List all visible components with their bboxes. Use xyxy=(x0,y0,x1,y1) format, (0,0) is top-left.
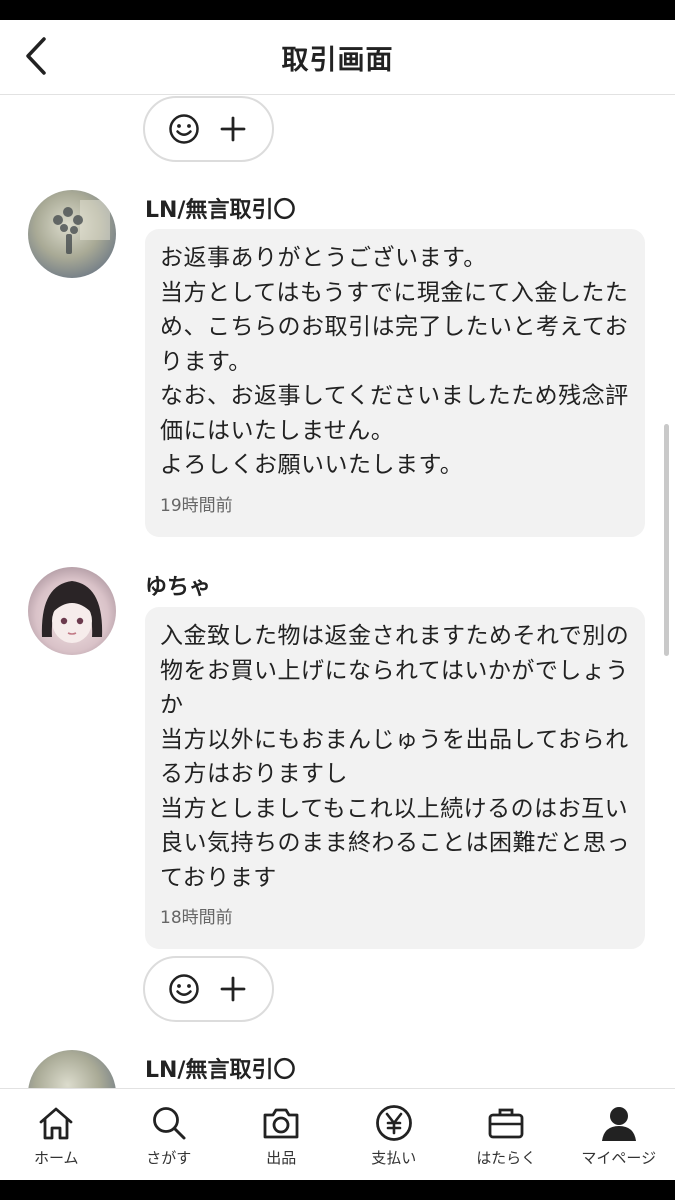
nav-label: はたらく xyxy=(476,1149,537,1167)
briefcase-icon xyxy=(488,1108,524,1139)
nav-item-sell[interactable]: 出品 xyxy=(225,1089,338,1180)
plus-icon xyxy=(220,116,246,142)
smiley-icon xyxy=(169,114,199,144)
avatar[interactable] xyxy=(28,190,116,278)
status-bar xyxy=(0,0,675,20)
nav-label: 出品 xyxy=(266,1149,297,1167)
add-reaction-button[interactable] xyxy=(213,109,253,149)
nav-item-pay[interactable]: 支払い xyxy=(338,1089,451,1180)
yen-icon xyxy=(375,1105,412,1141)
message-thread[interactable]: LN/無言取引〇 お返事ありがとうございます。 当方としてはもうすでに現金にて入… xyxy=(0,96,675,1088)
sender-name: ゆちゃ xyxy=(145,575,212,600)
reaction-bar xyxy=(143,96,274,162)
home-indicator-area xyxy=(0,1180,675,1200)
plus-icon xyxy=(220,976,246,1002)
message-text: 入金致した物は返金されますためそれで別の物をお買い上げになられてはいかがでしょう… xyxy=(160,623,630,891)
message-bubble: 入金致した物は返金されますためそれで別の物をお買い上げになられてはいかがでしょう… xyxy=(145,607,645,949)
message-text: お返事ありがとうございます。 当方としてはもうすでに現金にて入金したため、こちら… xyxy=(160,245,629,478)
emoji-reaction-button[interactable] xyxy=(164,969,204,1009)
scrollbar[interactable] xyxy=(664,424,669,656)
message-bubble: お返事ありがとうございます。 当方としてはもうすでに現金にて入金したため、こちら… xyxy=(145,229,645,537)
person-icon xyxy=(601,1107,636,1141)
nav-label: さがす xyxy=(146,1149,192,1167)
anime-girl-avatar-icon xyxy=(41,581,103,643)
message-timestamp: 18時間前 xyxy=(160,908,233,928)
emoji-reaction-button[interactable] xyxy=(164,109,204,149)
nav-item-search[interactable]: さがす xyxy=(113,1089,226,1180)
nav-label: マイページ xyxy=(581,1149,657,1167)
avatar[interactable] xyxy=(28,567,116,655)
reaction-bar xyxy=(143,956,274,1022)
camera-icon xyxy=(263,1108,299,1139)
bottom-nav: ホーム さがす 出品 支払い はたらく マイページ xyxy=(0,1088,675,1180)
chevron-left-icon xyxy=(26,37,46,75)
nav-item-mypage[interactable]: マイページ xyxy=(563,1089,675,1180)
message-timestamp: 19時間前 xyxy=(160,495,233,516)
avatar[interactable] xyxy=(28,1050,116,1088)
flower-vase-icon xyxy=(53,200,110,254)
nav-label: 支払い xyxy=(371,1149,417,1167)
search-icon xyxy=(152,1107,186,1140)
header: 取引画面 xyxy=(0,20,675,95)
back-button[interactable] xyxy=(18,34,54,78)
sender-name: LN/無言取引〇 xyxy=(145,198,296,223)
sender-name: LN/無言取引〇 xyxy=(145,1058,296,1083)
add-reaction-button[interactable] xyxy=(213,969,253,1009)
smiley-icon xyxy=(169,974,199,1004)
home-icon xyxy=(39,1107,73,1140)
nav-label: ホーム xyxy=(33,1149,79,1167)
nav-item-work[interactable]: はたらく xyxy=(450,1089,563,1180)
nav-item-home[interactable]: ホーム xyxy=(0,1089,113,1180)
page-title: 取引画面 xyxy=(281,44,394,76)
